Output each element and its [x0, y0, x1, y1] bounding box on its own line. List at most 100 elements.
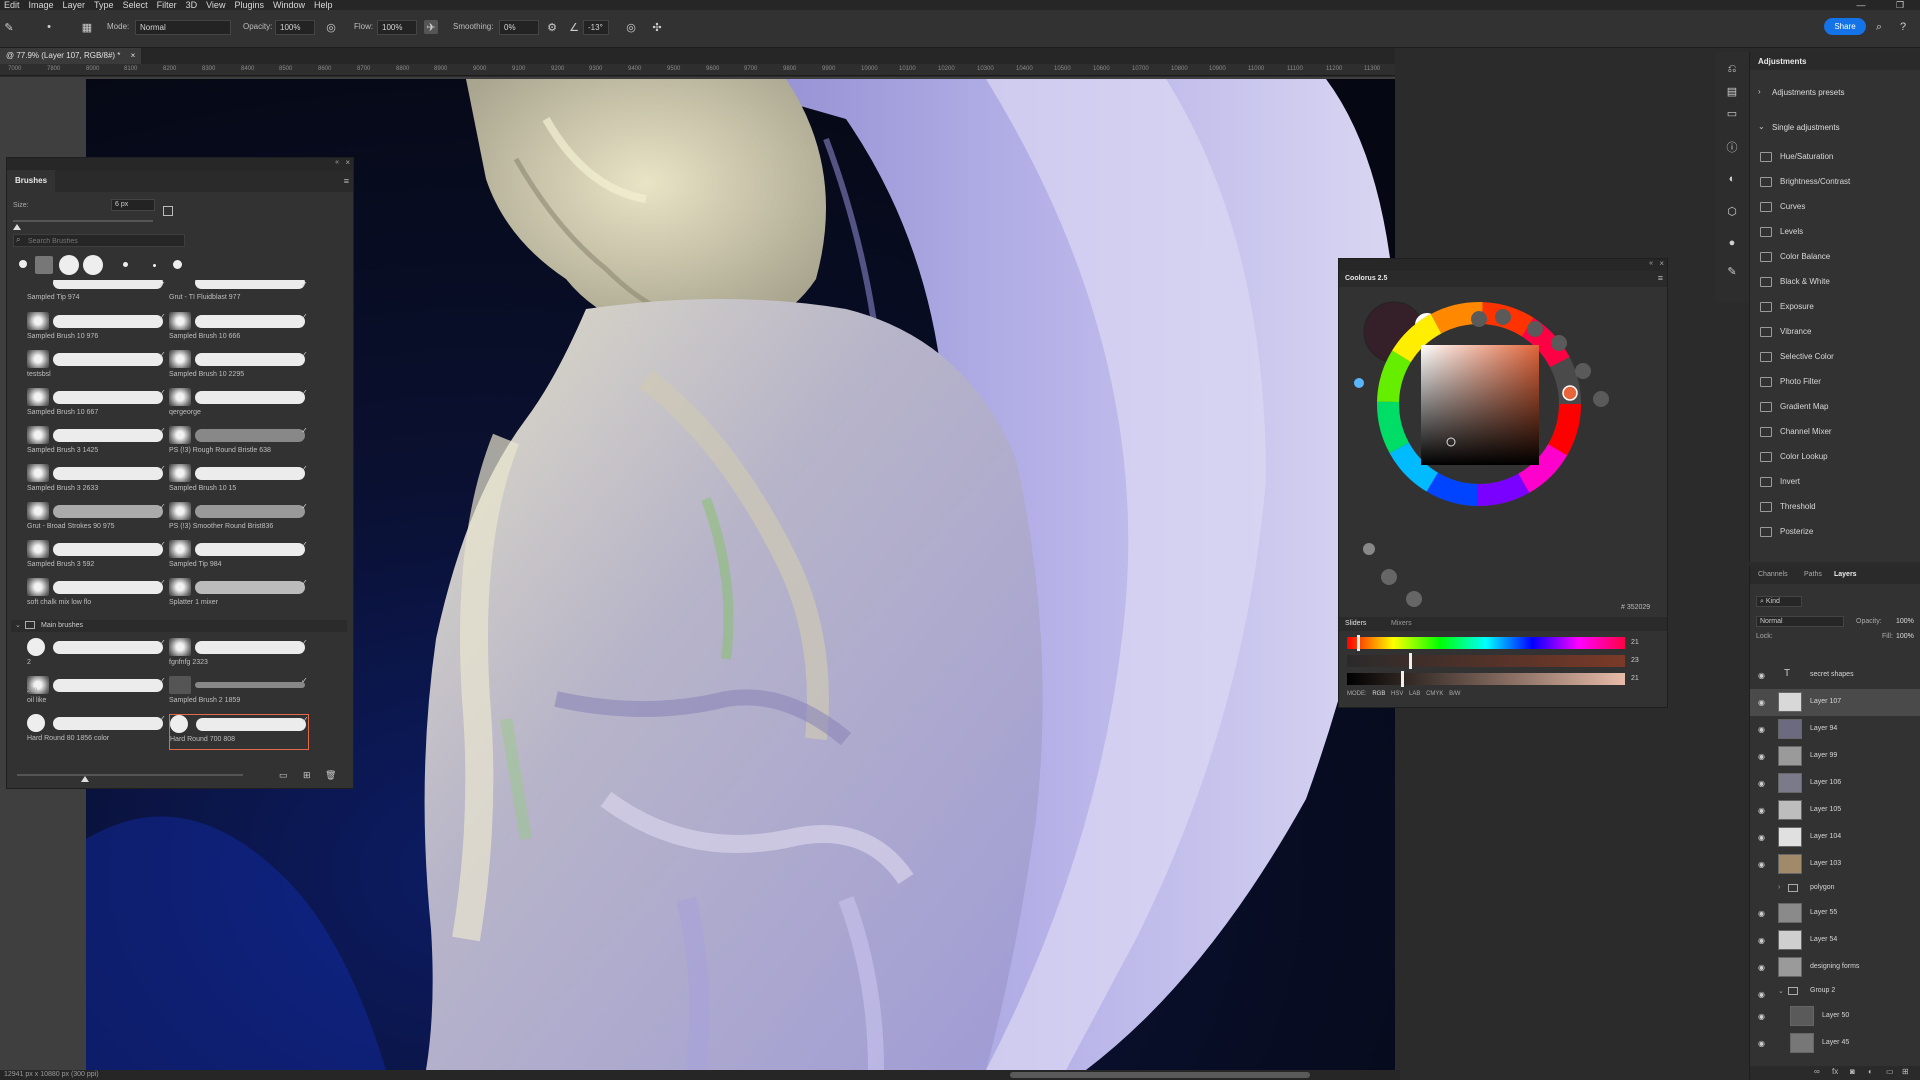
layer-row[interactable]: ◉ Tsecret shapes — [1750, 662, 1920, 689]
brightness-slider[interactable] — [1347, 673, 1625, 685]
visibility-eye-icon[interactable]: ◉ — [1758, 936, 1765, 945]
layer-row[interactable]: ◉ Layer 104 — [1750, 824, 1920, 851]
mask-icon[interactable]: ◙ — [1850, 1067, 1855, 1076]
brush-tool-icon[interactable]: ✎ — [2, 20, 16, 34]
close-tab-icon[interactable]: × — [131, 51, 136, 60]
symmetry-icon[interactable]: ✣ — [650, 20, 664, 34]
opacity-field[interactable]: 100% — [275, 20, 315, 35]
menu-edit[interactable]: Edit — [4, 0, 20, 10]
size-field[interactable]: 6 px — [111, 199, 155, 211]
new-brush-icon[interactable] — [163, 206, 173, 216]
new-group-icon[interactable]: ▭ — [1886, 1067, 1894, 1076]
visibility-eye-icon[interactable]: ◉ — [1758, 779, 1765, 788]
color-icon[interactable]: ● — [1725, 236, 1739, 250]
smoothing-field[interactable]: 0% — [499, 20, 539, 35]
help-icon[interactable]: ? — [1896, 20, 1910, 34]
swatches-icon[interactable]: ◐ — [1725, 172, 1739, 186]
brush-item[interactable]: Hard Round 80 1856 color ✓ — [27, 714, 167, 750]
angle-field[interactable]: -13° — [583, 20, 609, 35]
adj-exposure[interactable]: Exposure — [1760, 302, 1814, 316]
menu-layer[interactable]: Layer — [63, 0, 86, 10]
adj-brightness-contrast[interactable]: Brightness/Contrast — [1760, 177, 1850, 191]
brush-item[interactable]: testsbsl ✓ — [27, 350, 167, 386]
layer-group-row[interactable]: ◉ ⌄ Group 2 — [1750, 981, 1920, 1003]
recent-brush-5[interactable] — [123, 262, 128, 267]
menu-window[interactable]: Window — [273, 0, 305, 10]
adj-color-balance[interactable]: Color Balance — [1760, 252, 1830, 266]
brush-item-selected[interactable]: Hard Round 700 808 ✓ — [169, 714, 309, 750]
layer-row[interactable]: ◉ Layer 55 — [1750, 900, 1920, 927]
mode-hsv[interactable]: HSV — [1391, 691, 1403, 697]
menu-type[interactable]: Type — [94, 0, 114, 10]
layer-row[interactable]: ◉ Layer 99 — [1750, 743, 1920, 770]
brush-item[interactable]: Sampled Brush 10 667 ✓ — [27, 388, 167, 424]
visibility-eye-icon[interactable]: ◉ — [1758, 963, 1765, 972]
visibility-eye-icon[interactable]: ◉ — [1758, 990, 1765, 999]
mode-lab[interactable]: LAB — [1409, 691, 1420, 697]
document-tab[interactable]: @ 77.9% (Layer 107, RGB/8#) * × — [0, 48, 142, 64]
brush-item[interactable]: Splatter 1 mixer ✓ — [169, 578, 309, 614]
color-wheel[interactable] — [1339, 287, 1667, 617]
menu-help[interactable]: Help — [314, 0, 333, 10]
layer-row[interactable]: ◉ Layer 54 — [1750, 927, 1920, 954]
brush-item[interactable]: Sampled Brush 3 1425 ✓ — [27, 426, 167, 462]
brightness-value[interactable]: 21 — [1631, 675, 1639, 682]
hue-slider-handle[interactable] — [1357, 635, 1360, 651]
adj-black-white[interactable]: Black & White — [1760, 277, 1830, 291]
minimize-icon[interactable]: — — [1846, 0, 1876, 10]
recent-brush-2[interactable] — [35, 256, 53, 274]
hue-slider[interactable] — [1347, 637, 1625, 649]
close-panel-icon[interactable]: × — [345, 158, 350, 167]
brush-icon[interactable]: ✎ — [1725, 264, 1739, 278]
brush-item[interactable]: Sampled Tip 984 ✓ — [169, 540, 309, 576]
adj-curves[interactable]: Curves — [1760, 202, 1805, 216]
brush-search-field[interactable]: ⌕ — [13, 234, 185, 247]
tab-channels[interactable]: Channels — [1758, 571, 1788, 578]
saturation-value[interactable]: 23 — [1631, 657, 1639, 664]
chevron-right-icon[interactable]: › — [1758, 87, 1761, 96]
brush-search-input[interactable] — [28, 236, 178, 246]
brush-settings-icon[interactable]: ▦ — [80, 20, 94, 34]
link-icon[interactable]: ∞ — [1814, 1067, 1820, 1076]
info-icon[interactable]: ⓘ — [1725, 140, 1739, 154]
brush-item[interactable]: Sampled Brush 10 15 ✓ — [169, 464, 309, 500]
visibility-eye-icon[interactable]: ◉ — [1758, 1012, 1765, 1021]
menu-image[interactable]: Image — [29, 0, 54, 10]
adj-photo-filter[interactable]: Photo Filter — [1760, 377, 1821, 391]
tab-brushes[interactable]: Brushes — [7, 170, 56, 192]
trash-icon[interactable]: 🗑 — [325, 770, 336, 781]
tab-sliders[interactable]: Sliders — [1345, 620, 1366, 627]
brush-item[interactable]: Sampled Brush 2 1859 ✓ — [169, 676, 309, 712]
brush-item[interactable]: Sampled Brush 10 666 ✓ — [169, 312, 309, 348]
recent-brush-4[interactable] — [83, 255, 103, 275]
adj-levels[interactable]: Levels — [1760, 227, 1803, 241]
adj-invert[interactable]: Invert — [1760, 477, 1800, 491]
adj-threshold[interactable]: Threshold — [1760, 502, 1816, 516]
pressure-opacity-icon[interactable]: ◎ — [324, 20, 338, 34]
brush-item[interactable]: qergeorge ✓ — [169, 388, 309, 424]
layer-row[interactable]: ◉ Layer 103 — [1750, 851, 1920, 878]
mode-cmyk[interactable]: CMYK — [1426, 691, 1443, 697]
collapse-icon[interactable]: « — [335, 159, 339, 166]
new-layer-icon[interactable]: ⊞ — [1902, 1067, 1909, 1076]
brush-item[interactable]: Grut - TI Fluidblast 977 ✓ — [169, 280, 309, 316]
blend-mode-select[interactable]: Normal — [1756, 616, 1844, 627]
single-adjustments-label[interactable]: Single adjustments — [1772, 123, 1840, 132]
mode-bw[interactable]: B/W — [1449, 691, 1460, 697]
brush-item[interactable]: Sampled Brush 3 592 ✓ — [27, 540, 167, 576]
menu-filter[interactable]: Filter — [157, 0, 177, 10]
menu-select[interactable]: Select — [123, 0, 148, 10]
recent-brush-3[interactable] — [59, 255, 79, 275]
pressure-size-icon[interactable]: ◎ — [624, 20, 638, 34]
recent-brush-6[interactable] — [153, 264, 156, 267]
brush-item[interactable]: oil like 209 ✓ — [27, 676, 167, 712]
fill-field[interactable]: 100% — [1896, 633, 1914, 640]
opacity-field[interactable]: 100% — [1896, 618, 1914, 625]
chevron-down-icon[interactable]: ⌄ — [1758, 122, 1765, 131]
brush-item[interactable]: Grut - Broad Strokes 90 975 ✓ — [27, 502, 167, 538]
new-brush-button-icon[interactable]: ⊞ — [303, 770, 311, 781]
panel-menu-icon[interactable]: ≡ — [344, 176, 349, 186]
visibility-eye-icon[interactable]: ◉ — [1758, 725, 1765, 734]
visibility-eye-icon[interactable]: ◉ — [1758, 806, 1765, 815]
adj-posterize[interactable]: Posterize — [1760, 527, 1813, 541]
